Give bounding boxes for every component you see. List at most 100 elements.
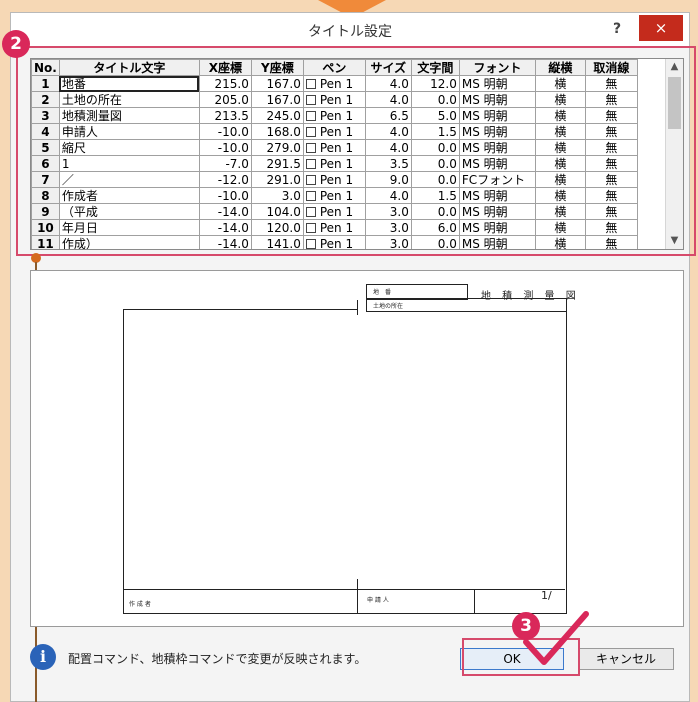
pen-checkbox[interactable] <box>305 223 316 233</box>
pen-checkbox[interactable] <box>305 127 316 137</box>
cell-font[interactable]: MS 明朝 <box>458 187 536 204</box>
table-row[interactable]: 1 地番 215.0 167.0 Pen 1 4.0 12.0 MS 明朝横無 <box>31 75 638 92</box>
cell-font[interactable]: MS 明朝 <box>458 107 536 124</box>
cell-font[interactable]: MS 明朝 <box>458 91 536 108</box>
cell-title[interactable]: 地積測量図 <box>58 107 200 124</box>
cell-pen[interactable]: Pen 1 <box>302 203 366 220</box>
cell-pen[interactable]: Pen 1 <box>302 235 366 249</box>
cell-font[interactable]: FCフォント <box>458 171 536 188</box>
col-font[interactable]: フォント <box>458 59 536 76</box>
cell-font[interactable]: MS 明朝 <box>458 155 536 172</box>
cell-dir[interactable]: 横 <box>534 139 586 156</box>
pen-checkbox[interactable] <box>305 175 316 185</box>
cell-y[interactable]: 141.0 <box>250 235 304 249</box>
cell-x[interactable]: -10.0 <box>198 139 252 156</box>
cell-pen[interactable]: Pen 1 <box>302 75 366 92</box>
cell-dir[interactable]: 横 <box>534 203 586 220</box>
cell-strike[interactable]: 無 <box>584 187 638 204</box>
cell-no[interactable]: 9 <box>31 203 60 220</box>
cell-y[interactable]: 168.0 <box>250 123 304 140</box>
cell-no[interactable]: 2 <box>31 91 60 108</box>
cell-gap[interactable]: 5.0 <box>410 107 460 124</box>
cell-y[interactable]: 291.5 <box>250 155 304 172</box>
col-pen[interactable]: ペン <box>302 59 366 76</box>
cell-strike[interactable]: 無 <box>584 171 638 188</box>
cell-x[interactable]: -10.0 <box>198 187 252 204</box>
cell-size[interactable]: 3.0 <box>364 235 412 249</box>
cell-font[interactable]: MS 明朝 <box>458 139 536 156</box>
cell-y[interactable]: 104.0 <box>250 203 304 220</box>
cell-size[interactable]: 4.0 <box>364 75 412 92</box>
scroll-thumb[interactable] <box>668 77 681 129</box>
col-strike[interactable]: 取消線 <box>584 59 638 76</box>
cell-title[interactable]: ／ <box>58 171 200 188</box>
cell-strike[interactable]: 無 <box>584 91 638 108</box>
cell-pen[interactable]: Pen 1 <box>302 107 366 124</box>
cell-no[interactable]: 11 <box>31 235 60 249</box>
table-row[interactable]: 6 1 -7.0 291.5 Pen 1 3.5 0.0 MS 明朝横無 <box>31 155 638 172</box>
cell-y[interactable]: 167.0 <box>250 75 304 92</box>
grid-scrollbar[interactable]: ▲ ▼ <box>665 59 683 249</box>
pen-checkbox[interactable] <box>305 159 316 169</box>
cell-strike[interactable]: 無 <box>584 75 638 92</box>
pen-checkbox[interactable] <box>305 191 316 201</box>
cell-size[interactable]: 4.0 <box>364 123 412 140</box>
pen-checkbox[interactable] <box>305 143 316 153</box>
cell-x[interactable]: 205.0 <box>198 91 252 108</box>
table-row[interactable]: 11 作成） -14.0 141.0 Pen 1 3.0 0.0 MS 明朝横無 <box>31 235 638 249</box>
cell-strike[interactable]: 無 <box>584 219 638 236</box>
cell-strike[interactable]: 無 <box>584 123 638 140</box>
cell-title[interactable]: 申請人 <box>58 123 200 140</box>
cell-dir[interactable]: 横 <box>534 75 586 92</box>
cell-dir[interactable]: 横 <box>534 91 586 108</box>
col-direction[interactable]: 縦横 <box>534 59 586 76</box>
col-y[interactable]: Y座標 <box>250 59 304 76</box>
cancel-button[interactable]: キャンセル <box>578 648 674 670</box>
cell-strike[interactable]: 無 <box>584 139 638 156</box>
cell-gap[interactable]: 1.5 <box>410 187 460 204</box>
cell-font[interactable]: MS 明朝 <box>458 219 536 236</box>
col-size[interactable]: サイズ <box>364 59 412 76</box>
cell-size[interactable]: 4.0 <box>364 91 412 108</box>
cell-size[interactable]: 9.0 <box>364 171 412 188</box>
help-button[interactable]: ? <box>603 17 631 41</box>
cell-dir[interactable]: 横 <box>534 123 586 140</box>
cell-size[interactable]: 3.0 <box>364 219 412 236</box>
cell-title[interactable]: 作成者 <box>58 187 200 204</box>
title-grid[interactable]: No. タイトル文字 X座標 Y座標 ペン サイズ 文字間 フォント 縦横 取消… <box>30 58 684 250</box>
cell-no[interactable]: 1 <box>31 75 60 92</box>
cell-gap[interactable]: 0.0 <box>410 91 460 108</box>
pen-checkbox[interactable] <box>305 111 316 121</box>
cell-title[interactable]: 年月日 <box>58 219 200 236</box>
cell-pen[interactable]: Pen 1 <box>302 219 366 236</box>
cell-strike[interactable]: 無 <box>584 155 638 172</box>
cell-gap[interactable]: 0.0 <box>410 235 460 249</box>
cell-dir[interactable]: 横 <box>534 235 586 249</box>
col-title-text[interactable]: タイトル文字 <box>58 59 200 76</box>
cell-x[interactable]: -14.0 <box>198 235 252 249</box>
pen-checkbox[interactable] <box>305 79 316 89</box>
cell-size[interactable]: 3.5 <box>364 155 412 172</box>
cell-dir[interactable]: 横 <box>534 187 586 204</box>
cell-title[interactable]: 地番 <box>58 75 200 92</box>
close-button[interactable]: × <box>639 15 683 41</box>
cell-size[interactable]: 3.0 <box>364 203 412 220</box>
cell-size[interactable]: 4.0 <box>364 187 412 204</box>
cell-font[interactable]: MS 明朝 <box>458 75 536 92</box>
cell-gap[interactable]: 1.5 <box>410 123 460 140</box>
cell-size[interactable]: 6.5 <box>364 107 412 124</box>
cell-y[interactable]: 291.0 <box>250 171 304 188</box>
cell-gap[interactable]: 0.0 <box>410 139 460 156</box>
cell-no[interactable]: 6 <box>31 155 60 172</box>
cell-font[interactable]: MS 明朝 <box>458 203 536 220</box>
cell-x[interactable]: -12.0 <box>198 171 252 188</box>
cell-no[interactable]: 4 <box>31 123 60 140</box>
cell-strike[interactable]: 無 <box>584 107 638 124</box>
cell-pen[interactable]: Pen 1 <box>302 91 366 108</box>
cell-y[interactable]: 245.0 <box>250 107 304 124</box>
table-row[interactable]: 7 ／ -12.0 291.0 Pen 1 9.0 0.0 FCフォント横無 <box>31 171 638 188</box>
cell-no[interactable]: 7 <box>31 171 60 188</box>
table-row[interactable]: 10 年月日 -14.0 120.0 Pen 1 3.0 6.0 MS 明朝横無 <box>31 219 638 236</box>
pen-checkbox[interactable] <box>305 95 316 105</box>
cell-y[interactable]: 3.0 <box>250 187 304 204</box>
